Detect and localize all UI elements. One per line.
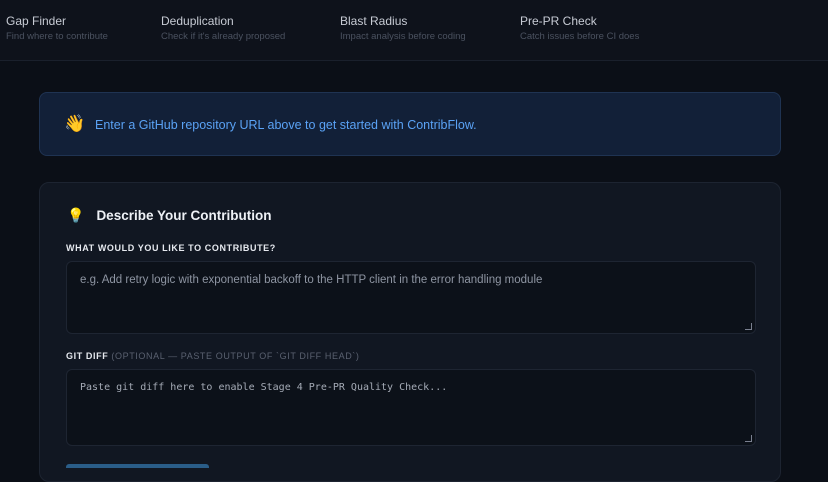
card-title: Describe Your Contribution bbox=[96, 207, 272, 223]
git-diff-label-text: GIT DIFF bbox=[66, 351, 109, 361]
tab-subtitle: Catch issues before CI does bbox=[520, 31, 640, 42]
tab-subtitle: Find where to contribute bbox=[6, 31, 108, 42]
waving-hand-icon: 👋 bbox=[64, 114, 86, 133]
tab-deduplication[interactable]: Deduplication Check if it's already prop… bbox=[161, 14, 285, 43]
tab-title: Gap Finder bbox=[6, 14, 67, 28]
resize-handle-icon[interactable] bbox=[745, 435, 752, 442]
tab-title: Deduplication bbox=[161, 14, 234, 28]
card-header: 💡 Describe Your Contribution bbox=[67, 206, 271, 224]
tab-subtitle: Check if it's already proposed bbox=[161, 31, 286, 42]
tab-title: Pre-PR Check bbox=[520, 14, 597, 28]
contribution-description-input[interactable]: e.g. Add retry logic with exponential ba… bbox=[66, 261, 756, 334]
contribution-card: 💡 Describe Your Contribution WHAT WOULD … bbox=[39, 182, 781, 482]
banner-message: Enter a GitHub repository URL above to g… bbox=[95, 118, 477, 132]
submit-button[interactable] bbox=[66, 464, 209, 468]
tab-subtitle: Impact analysis before coding bbox=[340, 31, 466, 42]
tab-pre-pr-check[interactable]: Pre-PR Check Catch issues before CI does bbox=[520, 14, 639, 43]
git-diff-input[interactable]: Paste git diff here to enable Stage 4 Pr… bbox=[66, 369, 756, 446]
diff-placeholder: Paste git diff here to enable Stage 4 Pr… bbox=[80, 382, 448, 393]
info-banner: 👋 Enter a GitHub repository URL above to… bbox=[39, 92, 781, 156]
lightbulb-icon: 💡 bbox=[67, 207, 85, 223]
pipeline-tabs: Gap Finder Find where to contribute Dedu… bbox=[0, 0, 828, 61]
description-label: WHAT WOULD YOU LIKE TO CONTRIBUTE? bbox=[66, 243, 276, 253]
tab-gap-finder[interactable]: Gap Finder Find where to contribute bbox=[6, 14, 108, 43]
description-placeholder: e.g. Add retry logic with exponential ba… bbox=[80, 274, 543, 286]
git-diff-label: GIT DIFF (OPTIONAL — PASTE OUTPUT OF `GI… bbox=[66, 351, 359, 361]
resize-handle-icon[interactable] bbox=[745, 323, 752, 330]
tab-blast-radius[interactable]: Blast Radius Impact analysis before codi… bbox=[340, 14, 466, 43]
tab-title: Blast Radius bbox=[340, 14, 408, 28]
git-diff-note: (OPTIONAL — PASTE OUTPUT OF `GIT DIFF HE… bbox=[111, 351, 360, 361]
